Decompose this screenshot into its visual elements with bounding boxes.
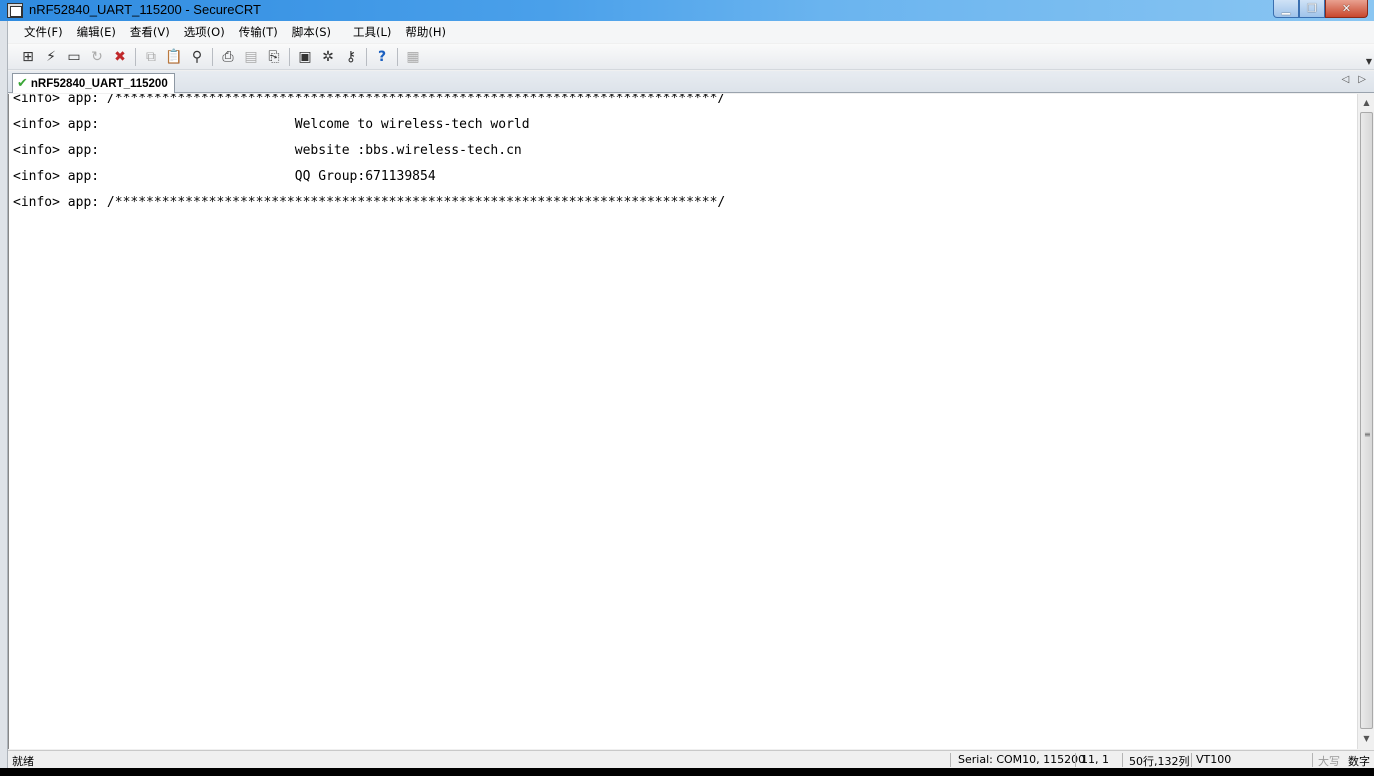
securecrt-window: nRF52840_UART_115200 - SecureCRT ▁ ❐ ✕ 文… — [0, 0, 1374, 768]
status-cursor-position: 11, 1 — [1081, 753, 1109, 766]
toolbar-separator — [397, 47, 398, 66]
connect-icon[interactable]: ⊞ — [18, 47, 38, 67]
status-emulation: VT100 — [1196, 753, 1232, 766]
copy-icon[interactable]: ⧉ — [141, 47, 161, 67]
scroll-up-icon[interactable]: ▲ — [1358, 94, 1374, 111]
menu-view[interactable]: 查看(V) — [130, 24, 170, 40]
terminal-line: <info> app: /***************************… — [13, 195, 726, 210]
status-bar: 就绪 Serial: COM10, 115200 11, 1 50行,132列 … — [8, 750, 1374, 768]
menu-tools[interactable]: 工具(L) — [353, 24, 391, 40]
status-num-lock: 数字 — [1348, 755, 1370, 768]
status-caps-lock: 大写 — [1318, 755, 1340, 768]
terminal-output[interactable]: <info> app: /***************************… — [8, 94, 1357, 749]
find-icon[interactable]: ⚲ — [187, 47, 207, 67]
terminal-line: <info> app: website :bbs.wireless-tech.c… — [13, 143, 522, 158]
global-options-icon[interactable]: ✲ — [318, 47, 338, 67]
scroll-thumb[interactable]: ≡ — [1360, 112, 1373, 729]
minimize-button[interactable]: ▁ — [1273, 0, 1299, 18]
terminal-line: <info> app: QQ Group:671139854 — [13, 169, 436, 184]
securecrt-app-icon[interactable] — [7, 3, 23, 18]
close-button[interactable]: ✕ — [1325, 0, 1368, 18]
window-title: nRF52840_UART_115200 - SecureCRT — [29, 2, 261, 17]
keymap-icon[interactable]: ⚷ — [341, 47, 361, 67]
connected-check-icon: ✔ — [17, 76, 28, 91]
left-window-edge — [0, 21, 8, 768]
terminal-line: <info> app: Welcome to wireless-tech wor… — [13, 117, 530, 132]
menu-edit[interactable]: 编辑(E) — [77, 24, 116, 40]
status-separator — [1312, 753, 1313, 767]
menu-options[interactable]: 选项(O) — [184, 24, 225, 40]
connect-tab-icon[interactable]: ▭ — [64, 47, 84, 67]
menu-help[interactable]: 帮助(H) — [405, 24, 446, 40]
scroll-grip-icon: ≡ — [1364, 430, 1371, 439]
tab-scroll-arrows: ◁ ▷ — [1342, 74, 1366, 85]
status-terminal-size: 50行,132列 — [1129, 755, 1190, 768]
session-tab-label: nRF52840_UART_115200 — [30, 77, 168, 90]
disconnect-icon[interactable]: ✖ — [110, 47, 130, 67]
tab-scroll-right-icon[interactable]: ▷ — [1358, 74, 1366, 85]
paste-icon[interactable]: 📋 — [164, 47, 184, 67]
print-icon[interactable]: ⎙ — [218, 47, 238, 67]
toolbar-separator — [366, 47, 367, 66]
print-screen-icon[interactable]: ⎘ — [264, 47, 284, 67]
menu-script[interactable]: 脚本(S) — [292, 24, 331, 40]
maximize-button[interactable]: ❐ — [1299, 0, 1325, 18]
title-bar[interactable]: nRF52840_UART_115200 - SecureCRT ▁ ❐ ✕ — [0, 0, 1374, 21]
status-separator — [1122, 753, 1123, 767]
window-controls: ▁ ❐ ✕ — [1273, 0, 1368, 18]
sftp-icon[interactable]: ▦ — [403, 47, 423, 67]
terminal-line: <info> app: /***************************… — [13, 94, 726, 106]
session-options-icon[interactable]: ▣ — [295, 47, 315, 67]
menu-bar: 文件(F) 编辑(E) 查看(V) 选项(O) 传输(T) 脚本(S) 工具(L… — [8, 21, 1374, 43]
scroll-down-icon[interactable]: ▼ — [1358, 730, 1374, 747]
toolbar-separator — [135, 47, 136, 66]
session-tab[interactable]: ✔ nRF52840_UART_115200 — [12, 73, 175, 93]
vertical-scrollbar[interactable]: ▲ ≡ ▼ — [1357, 94, 1374, 749]
toolbar-separator — [212, 47, 213, 66]
reconnect-icon[interactable]: ↻ — [87, 47, 107, 67]
status-separator — [1191, 753, 1192, 767]
menu-transfer[interactable]: 传输(T) — [239, 24, 278, 40]
tab-scroll-left-icon[interactable]: ◁ — [1342, 74, 1350, 85]
help-icon[interactable]: ? — [372, 47, 392, 67]
status-ready: 就绪 — [12, 755, 34, 768]
menu-file[interactable]: 文件(F) — [24, 24, 63, 40]
status-separator — [950, 753, 951, 767]
toolbar-separator — [289, 47, 290, 66]
session-tab-bar: ✔ nRF52840_UART_115200 ◁ ▷ — [8, 71, 1374, 93]
toolbar-overflow-icon[interactable]: ▼ — [1366, 57, 1372, 66]
status-connection: Serial: COM10, 115200 — [958, 753, 1086, 766]
toolbar: ⊞ ⚡ ▭ ↻ ✖ ⧉ 📋 ⚲ ⎙ ▤ ⎘ ▣ ✲ ⚷ ? ▦ ▼ — [8, 44, 1374, 70]
print-setup-icon[interactable]: ▤ — [241, 47, 261, 67]
status-separator — [1075, 753, 1076, 767]
quick-connect-icon[interactable]: ⚡ — [41, 47, 61, 67]
